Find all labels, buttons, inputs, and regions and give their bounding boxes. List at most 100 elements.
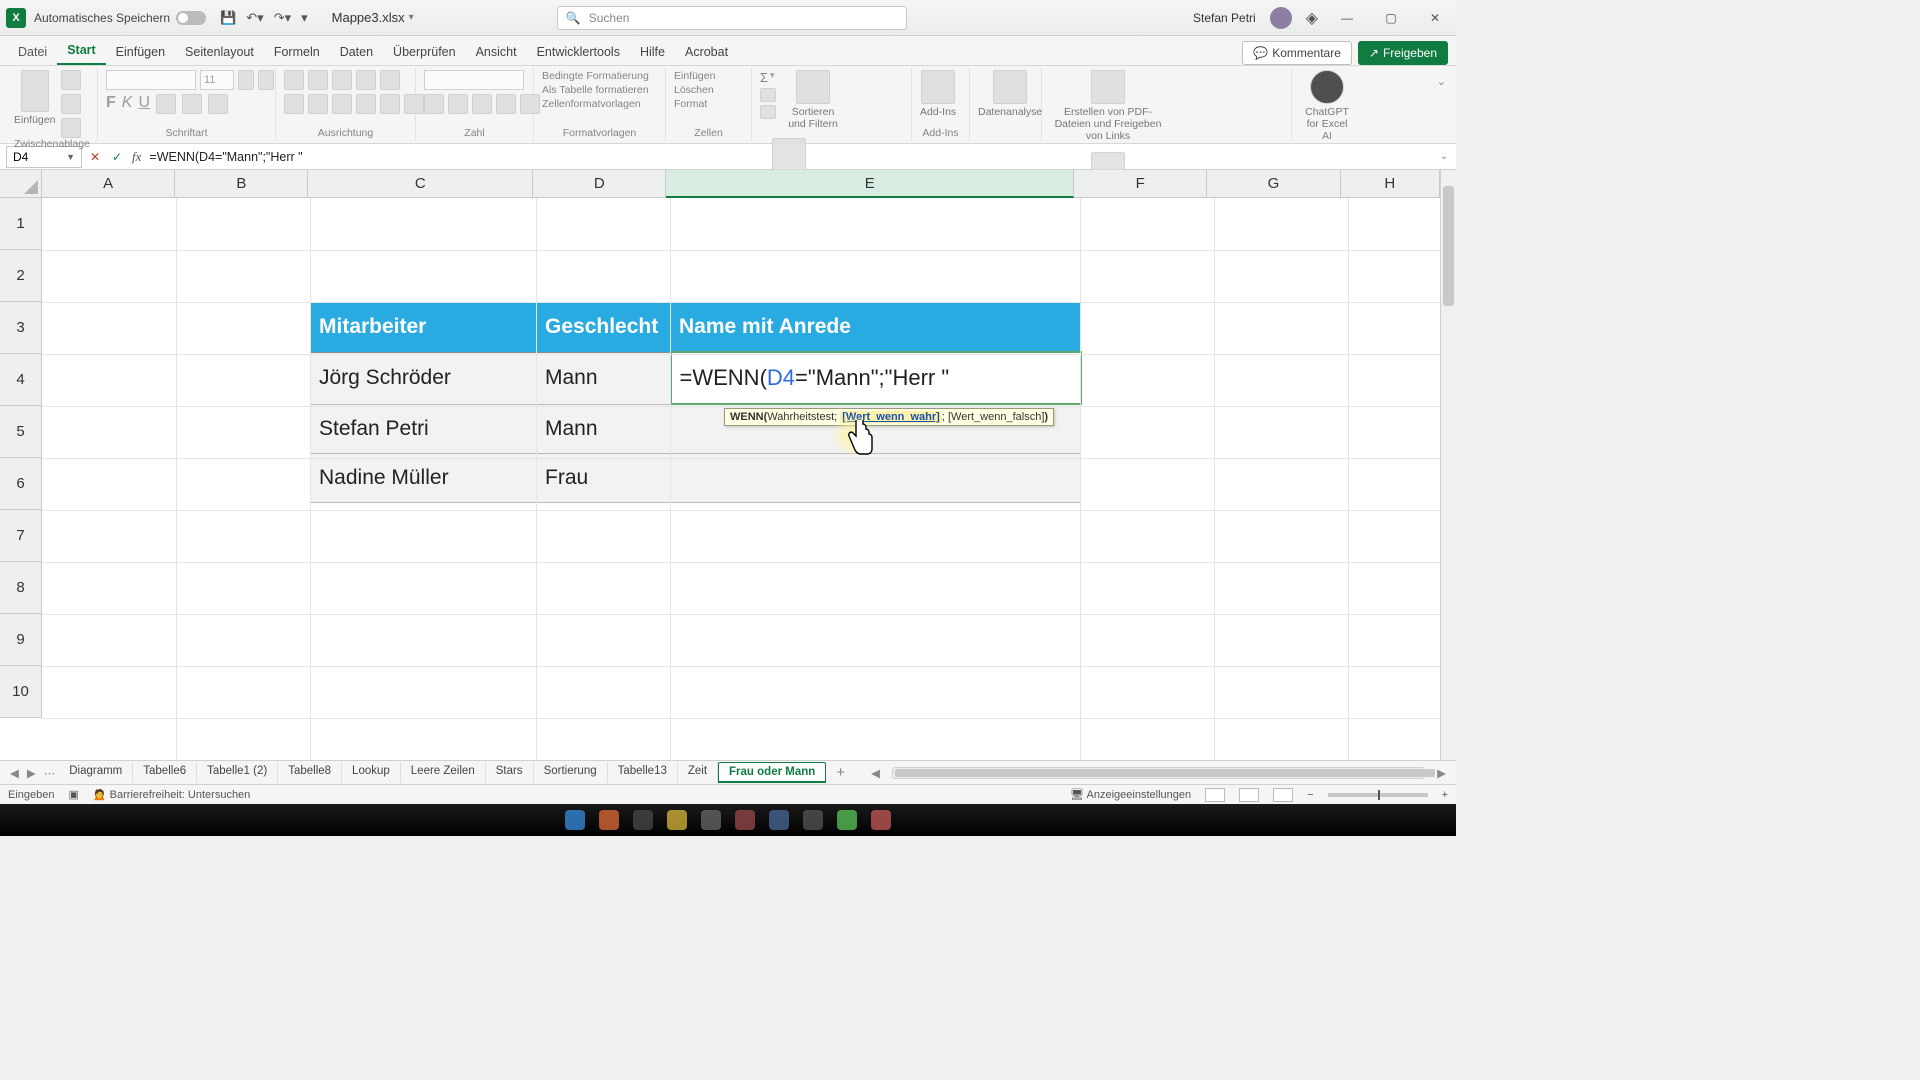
taskbar-app-icon[interactable] xyxy=(769,810,789,830)
user-name[interactable]: Stefan Petri xyxy=(1193,11,1256,25)
sheet-tab[interactable]: Frau oder Mann xyxy=(718,762,826,783)
data-analysis-icon[interactable] xyxy=(993,70,1027,104)
column-header-E[interactable]: E xyxy=(666,170,1074,198)
align-middle-icon[interactable] xyxy=(308,70,328,90)
paste-icon[interactable] xyxy=(21,70,49,112)
formula-expand-icon[interactable]: ⌄ xyxy=(1440,151,1456,162)
cell-styles-button[interactable]: Zellenformatvorlagen xyxy=(542,98,641,110)
zoom-out-icon[interactable]: − xyxy=(1307,789,1313,801)
sheet-tab[interactable]: Zeit xyxy=(678,762,718,783)
zoom-slider[interactable] xyxy=(1328,793,1428,797)
tab-start[interactable]: Start xyxy=(57,37,105,65)
scroll-thumb[interactable] xyxy=(1443,186,1454,306)
number-format-input[interactable] xyxy=(424,70,524,90)
column-header-D[interactable]: D xyxy=(533,170,666,198)
hscroll-thumb[interactable] xyxy=(895,769,1435,777)
accessibility-status[interactable]: 🙍 Barrierefreiheit: Untersuchen xyxy=(93,788,250,801)
tab-nav-prev-icon[interactable]: ◀ xyxy=(6,766,23,780)
bold-icon[interactable]: F xyxy=(106,94,116,114)
sort-filter-icon[interactable] xyxy=(796,70,830,104)
autosum-icon[interactable]: Σ xyxy=(760,70,768,85)
taskbar-app-icon[interactable] xyxy=(803,810,823,830)
sheet-tab[interactable]: Diagramm xyxy=(59,762,133,783)
cell-d6[interactable]: Frau xyxy=(537,453,671,502)
insert-cells-button[interactable]: Einfügen xyxy=(674,70,715,82)
tab-ansicht[interactable]: Ansicht xyxy=(466,39,527,65)
hscroll-right-icon[interactable]: ▶ xyxy=(1433,766,1450,780)
conditional-formatting-button[interactable]: Bedingte Formatierung xyxy=(542,70,649,82)
display-settings-button[interactable]: 🖥 Anzeigeeinstellungen xyxy=(1070,788,1191,801)
row-header-1[interactable]: 1 xyxy=(0,198,42,250)
comments-button[interactable]: 💬Kommentare xyxy=(1242,41,1352,65)
taskbar-app-icon[interactable] xyxy=(599,810,619,830)
sheet-tab[interactable]: Stars xyxy=(486,762,534,783)
align-top-icon[interactable] xyxy=(284,70,304,90)
vertical-scrollbar[interactable] xyxy=(1440,170,1456,760)
orientation-icon[interactable] xyxy=(356,70,376,90)
sheet-tab[interactable]: Tabelle1 (2) xyxy=(197,762,278,783)
minimize-button[interactable]: — xyxy=(1332,11,1362,25)
dec-inc-icon[interactable] xyxy=(496,94,516,114)
undo-icon[interactable]: ↶▾ xyxy=(246,10,263,26)
taskbar-app-icon[interactable] xyxy=(735,810,755,830)
row-header-7[interactable]: 7 xyxy=(0,510,42,562)
column-header-A[interactable]: A xyxy=(42,170,175,198)
tab-nav-next-icon[interactable]: ▶ xyxy=(23,766,40,780)
sheet-tab[interactable]: Tabelle8 xyxy=(278,762,342,783)
tab-acrobat[interactable]: Acrobat xyxy=(675,39,738,65)
share-button[interactable]: ↗Freigeben xyxy=(1358,41,1448,65)
fill-color-icon[interactable] xyxy=(182,94,202,114)
sheet-tab[interactable]: Lookup xyxy=(342,762,401,783)
row-header-9[interactable]: 9 xyxy=(0,614,42,666)
delete-cells-button[interactable]: Löschen xyxy=(674,84,714,96)
indent-dec-icon[interactable] xyxy=(356,94,376,114)
hscroll-left-icon[interactable]: ◀ xyxy=(867,766,884,780)
column-header-C[interactable]: C xyxy=(308,170,533,198)
italic-icon[interactable]: K xyxy=(122,94,133,114)
confirm-formula-icon[interactable]: ✓ xyxy=(106,150,128,164)
copy-icon[interactable] xyxy=(61,94,81,114)
wrap-text-icon[interactable] xyxy=(380,70,400,90)
comma-icon[interactable] xyxy=(472,94,492,114)
font-color-icon[interactable] xyxy=(208,94,228,114)
search-box[interactable]: 🔍 Suchen xyxy=(557,6,907,30)
fx-icon[interactable]: fx xyxy=(128,149,145,165)
sheet-tab[interactable]: Sortierung xyxy=(534,762,608,783)
tab-uberprufen[interactable]: Überprüfen xyxy=(383,39,466,65)
indent-inc-icon[interactable] xyxy=(380,94,400,114)
tab-datei[interactable]: Datei xyxy=(8,39,57,65)
currency-icon[interactable] xyxy=(424,94,444,114)
taskbar-app-icon[interactable] xyxy=(667,810,687,830)
row-header-6[interactable]: 6 xyxy=(0,458,42,510)
underline-icon[interactable]: U xyxy=(138,94,150,114)
align-bottom-icon[interactable] xyxy=(332,70,352,90)
taskbar-app-icon[interactable] xyxy=(565,810,585,830)
align-right-icon[interactable] xyxy=(332,94,352,114)
add-sheet-button[interactable]: + xyxy=(826,764,855,781)
tab-entwicklertools[interactable]: Entwicklertools xyxy=(527,39,630,65)
tab-seitenlayout[interactable]: Seitenlayout xyxy=(175,39,264,65)
zoom-in-icon[interactable]: + xyxy=(1442,789,1448,801)
addins-icon[interactable] xyxy=(921,70,955,104)
ribbon-collapse-icon[interactable]: ⌄ xyxy=(1437,76,1446,88)
format-cells-button[interactable]: Format xyxy=(674,98,707,110)
save-icon[interactable]: 💾 xyxy=(220,10,236,26)
tab-nav-more-icon[interactable]: ⋯ xyxy=(40,766,60,780)
cell-c5[interactable]: Stefan Petri xyxy=(311,404,537,453)
row-header-3[interactable]: 3 xyxy=(0,302,42,354)
cut-icon[interactable] xyxy=(61,70,81,90)
sheet-tab[interactable]: Tabelle6 xyxy=(133,762,197,783)
view-page-layout-icon[interactable] xyxy=(1239,788,1259,802)
border-icon[interactable] xyxy=(156,94,176,114)
format-as-table-button[interactable]: Als Tabelle formatieren xyxy=(542,84,649,96)
cell-e6[interactable] xyxy=(671,453,1081,502)
tab-hilfe[interactable]: Hilfe xyxy=(630,39,675,65)
autosave-toggle[interactable] xyxy=(176,11,206,25)
cell-e4-editing[interactable]: =WENN(D4="Mann";"Herr " xyxy=(671,352,1081,404)
document-name[interactable]: Mappe3.xlsx▾ xyxy=(332,10,414,25)
column-header-G[interactable]: G xyxy=(1207,170,1340,198)
cell-c4[interactable]: Jörg Schröder xyxy=(311,352,537,404)
chevron-down-icon[interactable]: ▼ xyxy=(66,152,75,162)
find-select-icon[interactable] xyxy=(772,138,806,172)
row-header-2[interactable]: 2 xyxy=(0,250,42,302)
